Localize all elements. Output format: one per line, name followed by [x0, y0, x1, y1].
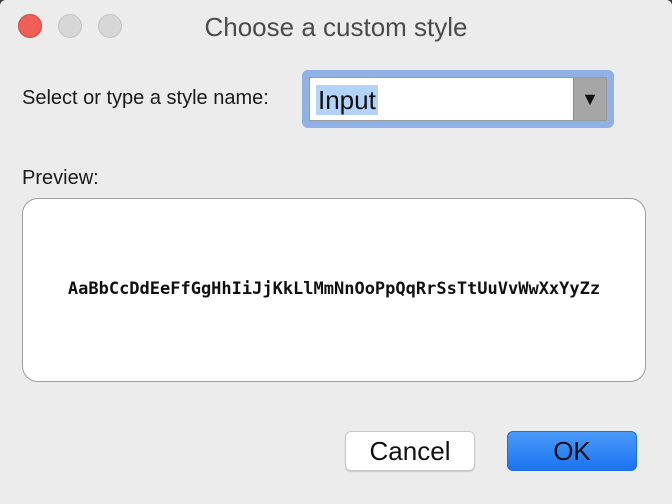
ok-button[interactable]: OK	[507, 431, 637, 471]
style-name-input[interactable]: Input	[316, 85, 378, 115]
window-title: Choose a custom style	[204, 12, 468, 42]
minimize-window-button[interactable]	[58, 14, 82, 38]
dropdown-arrow-icon[interactable]: ▼	[573, 78, 606, 120]
dialog-window: Choose a custom style Select or type a s…	[0, 0, 672, 504]
zoom-window-button[interactable]	[98, 14, 122, 38]
preview-label: Preview:	[22, 167, 99, 189]
style-name-combobox[interactable]: Input ▼	[309, 77, 607, 121]
style-name-label: Select or type a style name:	[22, 87, 269, 109]
preview-box: AaBbCcDdEeFfGgHhIiJjKkLlMmNnOoPpQqRrSsTt…	[22, 198, 646, 382]
preview-sample-text: AaBbCcDdEeFfGgHhIiJjKkLlMmNnOoPpQqRrSsTt…	[67, 279, 601, 299]
cancel-button[interactable]: Cancel	[345, 431, 475, 471]
title-bar: Choose a custom style	[0, 0, 672, 52]
close-window-button[interactable]	[18, 14, 42, 38]
